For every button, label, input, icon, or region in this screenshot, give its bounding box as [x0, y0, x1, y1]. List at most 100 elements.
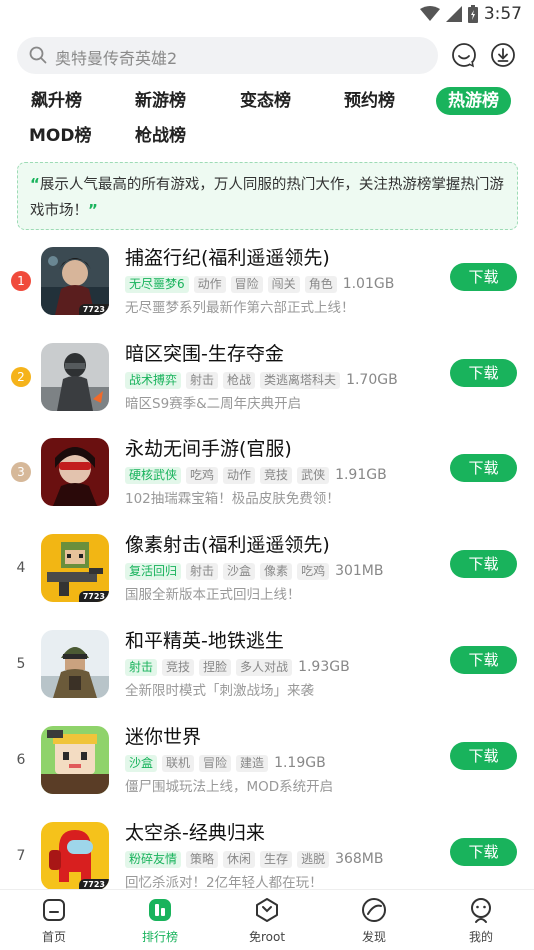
list-item[interactable]: 5 和平精英-地铁逃生 射击 竞技 捏脸 多人对战 1.93GB 全新限时模式「… [0, 626, 534, 722]
game-title: 捕盗行纪(福利遥遥领先) [125, 247, 330, 269]
tab-new[interactable]: 新游榜 [135, 87, 186, 115]
wifi-icon [419, 6, 440, 21]
game-size: 368MB [335, 851, 384, 867]
status-time: 3:57 [483, 4, 522, 24]
download-button[interactable]: 下载 [450, 742, 517, 770]
genre-tag: 捏脸 [199, 658, 232, 676]
nav-label: 首页 [41, 930, 66, 944]
genre-tag: 多人对战 [236, 658, 293, 676]
genre-tag: 沙盒 [223, 562, 256, 580]
game-title: 太空杀-经典归来 [125, 822, 265, 844]
game-title: 暗区突围-生存夺金 [125, 343, 284, 365]
download-button[interactable]: 下载 [450, 454, 517, 482]
ranking-description-banner: “展示人气最高的所有游戏，万人同服的热门大作，关注热游榜掌握热门游戏市场！” [17, 162, 518, 230]
game-icon [41, 343, 109, 411]
nav-label: 发现 [361, 930, 386, 944]
game-size: 1.19GB [274, 755, 326, 771]
rank-badge: 2 [11, 367, 31, 387]
status-bar: 3:57 [0, 0, 534, 30]
genre-tag: 逃脱 [297, 850, 330, 868]
game-title: 迷你世界 [125, 726, 202, 748]
download-button[interactable]: 下载 [450, 646, 517, 674]
banner-text: 展示人气最高的所有游戏，万人同服的热门大作，关注热游榜掌握热门游戏市场！ [30, 177, 504, 219]
status-icons: 3:57 [419, 4, 522, 24]
nav-discover[interactable]: 发现 [344, 896, 404, 945]
download-button[interactable]: 下载 [450, 838, 517, 866]
list-item[interactable]: 6 迷你世界 沙盒 联机 冒险 建造 1.19GB 僵尸围城玩法上线，MOD系统… [0, 722, 534, 818]
highlight-tag: 复活回归 [125, 562, 182, 580]
highlight-tag: 粉碎友情 [125, 850, 182, 868]
tab-rising[interactable]: 飙升榜 [31, 87, 82, 115]
search-placeholder: 奥特曼传奇英雄2 [55, 49, 178, 68]
list-item[interactable]: 1 7723 捕盗行纪(福利遥遥领先) 无尽噩梦6 动作 冒险 闯关 角色 1.… [0, 243, 534, 339]
genre-tag: 武侠 [297, 466, 330, 484]
highlight-tag: 沙盒 [125, 754, 158, 772]
game-tags: 粉碎友情 策略 休闲 生存 逃脱 368MB [125, 850, 383, 868]
game-description: 全新限时模式「刺激战场」来袭 [125, 683, 314, 699]
battery-icon [467, 5, 478, 23]
genre-tag: 角色 [304, 275, 337, 293]
game-tags: 沙盒 联机 冒险 建造 1.19GB [125, 754, 326, 772]
game-tags: 射击 竞技 捏脸 多人对战 1.93GB [125, 658, 350, 676]
message-icon[interactable] [451, 42, 477, 68]
tab-mod[interactable]: MOD榜 [29, 122, 91, 150]
genre-tag: 枪战 [223, 371, 256, 389]
genre-tag: 建造 [236, 754, 269, 772]
list-item[interactable]: 2 暗区突围-生存夺金 战术搏弈 射击 枪战 类逃离塔科夫 1.70GB 暗区S… [0, 339, 534, 435]
download-manager-icon[interactable] [490, 42, 516, 68]
genre-tag: 冒险 [230, 275, 263, 293]
game-description: 僵尸围城玩法上线，MOD系统开启 [125, 779, 334, 795]
search-input[interactable]: 奥特曼传奇英雄2 [17, 37, 438, 74]
game-tags: 硬核武侠 吃鸡 动作 竞技 武侠 1.91GB [125, 466, 387, 484]
genre-tag: 生存 [260, 850, 293, 868]
genre-tag: 类逃离塔科夫 [260, 371, 341, 389]
list-item[interactable]: 4 7723 像素射击(福利遥遥领先) 复活回归 射击 沙盒 像素 吃鸡 301… [0, 530, 534, 626]
game-size: 1.70GB [346, 372, 398, 388]
rank-number: 6 [16, 752, 26, 768]
discover-icon [362, 898, 386, 922]
nav-label: 我的 [468, 930, 493, 944]
genre-tag: 冒险 [199, 754, 232, 772]
game-description: 102抽瑞霖宝箱！极品皮肤免费领！ [125, 491, 340, 507]
signal-icon [445, 6, 462, 22]
nav-label: 免root [248, 930, 286, 944]
nav-home[interactable]: 首页 [24, 896, 84, 945]
game-icon: 7723 [41, 247, 109, 315]
game-title: 永劫无间手游(官服) [125, 438, 292, 460]
game-size: 1.93GB [298, 659, 350, 675]
nav-no-root[interactable]: 免root [237, 896, 297, 945]
close-quote-icon: ” [88, 201, 98, 219]
bottom-nav: 首页 排行榜 免root 发现 我的 [0, 889, 534, 950]
rank-badge: 1 [11, 271, 31, 291]
icon-badge: 7723 [78, 304, 109, 315]
download-button[interactable]: 下载 [450, 359, 517, 387]
profile-icon [471, 898, 491, 923]
tab-hot[interactable]: 热游榜 [436, 87, 511, 115]
rank-number: 7 [16, 848, 26, 864]
game-tags: 复活回归 射击 沙盒 像素 吃鸡 301MB [125, 562, 383, 580]
highlight-tag: 战术搏弈 [125, 371, 182, 389]
game-size: 301MB [335, 563, 384, 579]
rank-badge: 3 [11, 462, 31, 482]
rank-number: 5 [16, 656, 26, 672]
genre-tag: 动作 [193, 275, 226, 293]
rank-number: 4 [16, 560, 26, 576]
download-button[interactable]: 下载 [450, 263, 517, 291]
list-item[interactable]: 3 永劫无间手游(官服) 硬核武侠 吃鸡 动作 竞技 武侠 1.91GB 102… [0, 434, 534, 530]
genre-tag: 射击 [186, 371, 219, 389]
nav-profile[interactable]: 我的 [451, 896, 511, 945]
home-icon [43, 899, 65, 921]
icon-badge: 7723 [78, 591, 109, 602]
game-tags: 战术搏弈 射击 枪战 类逃离塔科夫 1.70GB [125, 371, 398, 389]
tab-reservation[interactable]: 预约榜 [344, 87, 395, 115]
tab-shooter[interactable]: 枪战榜 [135, 122, 186, 150]
genre-tag: 吃鸡 [186, 466, 219, 484]
nav-ranking[interactable]: 排行榜 [130, 896, 190, 945]
download-button[interactable]: 下载 [450, 550, 517, 578]
genre-tag: 吃鸡 [297, 562, 330, 580]
genre-tag: 竞技 [260, 466, 293, 484]
genre-tag: 休闲 [223, 850, 256, 868]
ranking-icon [149, 899, 171, 921]
tab-modded[interactable]: 变态榜 [240, 87, 291, 115]
search-icon [29, 46, 47, 64]
